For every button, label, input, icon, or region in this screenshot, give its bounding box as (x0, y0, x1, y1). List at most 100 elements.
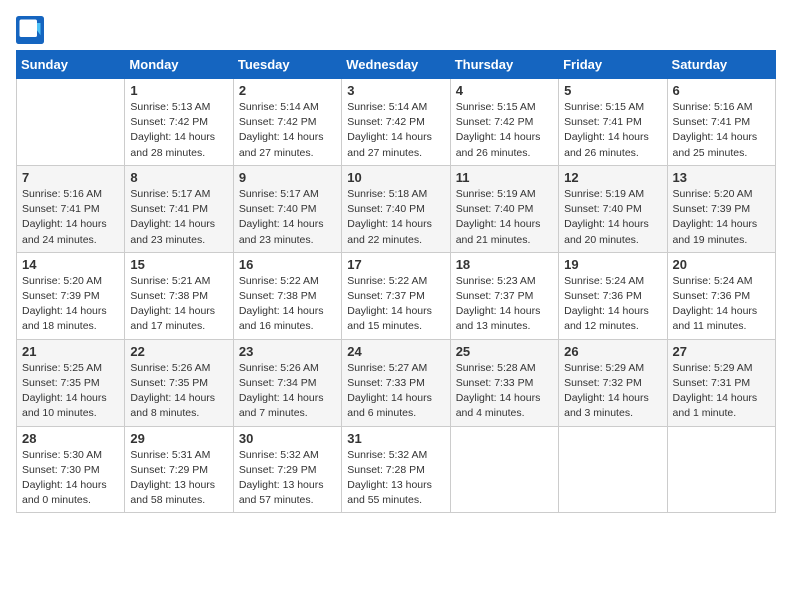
day-info: Sunrise: 5:32 AMSunset: 7:29 PMDaylight:… (239, 448, 336, 509)
calendar-cell: 13 Sunrise: 5:20 AMSunset: 7:39 PMDaylig… (667, 165, 775, 252)
calendar-cell: 15 Sunrise: 5:21 AMSunset: 7:38 PMDaylig… (125, 252, 233, 339)
day-info: Sunrise: 5:13 AMSunset: 7:42 PMDaylight:… (130, 100, 227, 161)
calendar-cell: 12 Sunrise: 5:19 AMSunset: 7:40 PMDaylig… (559, 165, 667, 252)
weekday-header: Tuesday (233, 51, 341, 79)
day-number: 16 (239, 257, 336, 272)
day-info: Sunrise: 5:28 AMSunset: 7:33 PMDaylight:… (456, 361, 553, 422)
day-number: 20 (673, 257, 770, 272)
calendar-header-row: SundayMondayTuesdayWednesdayThursdayFrid… (17, 51, 776, 79)
calendar-cell: 26 Sunrise: 5:29 AMSunset: 7:32 PMDaylig… (559, 339, 667, 426)
calendar-cell (17, 79, 125, 166)
calendar-cell: 10 Sunrise: 5:18 AMSunset: 7:40 PMDaylig… (342, 165, 450, 252)
day-number: 9 (239, 170, 336, 185)
calendar-cell: 8 Sunrise: 5:17 AMSunset: 7:41 PMDayligh… (125, 165, 233, 252)
day-info: Sunrise: 5:26 AMSunset: 7:34 PMDaylight:… (239, 361, 336, 422)
day-info: Sunrise: 5:23 AMSunset: 7:37 PMDaylight:… (456, 274, 553, 335)
day-number: 21 (22, 344, 119, 359)
day-number: 2 (239, 83, 336, 98)
day-info: Sunrise: 5:14 AMSunset: 7:42 PMDaylight:… (239, 100, 336, 161)
day-number: 7 (22, 170, 119, 185)
day-info: Sunrise: 5:26 AMSunset: 7:35 PMDaylight:… (130, 361, 227, 422)
calendar-cell: 7 Sunrise: 5:16 AMSunset: 7:41 PMDayligh… (17, 165, 125, 252)
day-info: Sunrise: 5:31 AMSunset: 7:29 PMDaylight:… (130, 448, 227, 509)
calendar-cell (450, 426, 558, 513)
day-info: Sunrise: 5:24 AMSunset: 7:36 PMDaylight:… (673, 274, 770, 335)
calendar: SundayMondayTuesdayWednesdayThursdayFrid… (16, 50, 776, 513)
calendar-cell: 24 Sunrise: 5:27 AMSunset: 7:33 PMDaylig… (342, 339, 450, 426)
calendar-cell: 5 Sunrise: 5:15 AMSunset: 7:41 PMDayligh… (559, 79, 667, 166)
calendar-cell: 2 Sunrise: 5:14 AMSunset: 7:42 PMDayligh… (233, 79, 341, 166)
day-number: 29 (130, 431, 227, 446)
day-info: Sunrise: 5:22 AMSunset: 7:38 PMDaylight:… (239, 274, 336, 335)
calendar-cell (559, 426, 667, 513)
day-info: Sunrise: 5:21 AMSunset: 7:38 PMDaylight:… (130, 274, 227, 335)
day-info: Sunrise: 5:20 AMSunset: 7:39 PMDaylight:… (673, 187, 770, 248)
weekday-header: Saturday (667, 51, 775, 79)
day-info: Sunrise: 5:17 AMSunset: 7:40 PMDaylight:… (239, 187, 336, 248)
day-info: Sunrise: 5:32 AMSunset: 7:28 PMDaylight:… (347, 448, 444, 509)
calendar-cell: 19 Sunrise: 5:24 AMSunset: 7:36 PMDaylig… (559, 252, 667, 339)
calendar-cell: 22 Sunrise: 5:26 AMSunset: 7:35 PMDaylig… (125, 339, 233, 426)
calendar-cell: 23 Sunrise: 5:26 AMSunset: 7:34 PMDaylig… (233, 339, 341, 426)
day-number: 6 (673, 83, 770, 98)
calendar-cell: 14 Sunrise: 5:20 AMSunset: 7:39 PMDaylig… (17, 252, 125, 339)
day-info: Sunrise: 5:19 AMSunset: 7:40 PMDaylight:… (456, 187, 553, 248)
calendar-cell: 29 Sunrise: 5:31 AMSunset: 7:29 PMDaylig… (125, 426, 233, 513)
day-info: Sunrise: 5:14 AMSunset: 7:42 PMDaylight:… (347, 100, 444, 161)
day-info: Sunrise: 5:25 AMSunset: 7:35 PMDaylight:… (22, 361, 119, 422)
day-number: 10 (347, 170, 444, 185)
day-number: 18 (456, 257, 553, 272)
calendar-cell: 21 Sunrise: 5:25 AMSunset: 7:35 PMDaylig… (17, 339, 125, 426)
day-number: 23 (239, 344, 336, 359)
calendar-week-row: 14 Sunrise: 5:20 AMSunset: 7:39 PMDaylig… (17, 252, 776, 339)
day-number: 1 (130, 83, 227, 98)
day-number: 30 (239, 431, 336, 446)
day-info: Sunrise: 5:27 AMSunset: 7:33 PMDaylight:… (347, 361, 444, 422)
day-info: Sunrise: 5:24 AMSunset: 7:36 PMDaylight:… (564, 274, 661, 335)
weekday-header: Monday (125, 51, 233, 79)
day-info: Sunrise: 5:16 AMSunset: 7:41 PMDaylight:… (673, 100, 770, 161)
day-number: 27 (673, 344, 770, 359)
calendar-cell: 20 Sunrise: 5:24 AMSunset: 7:36 PMDaylig… (667, 252, 775, 339)
day-number: 3 (347, 83, 444, 98)
weekday-header: Wednesday (342, 51, 450, 79)
day-number: 22 (130, 344, 227, 359)
logo (16, 16, 48, 44)
calendar-cell: 25 Sunrise: 5:28 AMSunset: 7:33 PMDaylig… (450, 339, 558, 426)
day-info: Sunrise: 5:15 AMSunset: 7:41 PMDaylight:… (564, 100, 661, 161)
header (16, 16, 776, 44)
calendar-week-row: 21 Sunrise: 5:25 AMSunset: 7:35 PMDaylig… (17, 339, 776, 426)
calendar-cell: 1 Sunrise: 5:13 AMSunset: 7:42 PMDayligh… (125, 79, 233, 166)
calendar-cell: 3 Sunrise: 5:14 AMSunset: 7:42 PMDayligh… (342, 79, 450, 166)
calendar-cell (667, 426, 775, 513)
calendar-cell: 27 Sunrise: 5:29 AMSunset: 7:31 PMDaylig… (667, 339, 775, 426)
logo-icon (16, 16, 44, 44)
day-info: Sunrise: 5:16 AMSunset: 7:41 PMDaylight:… (22, 187, 119, 248)
day-number: 19 (564, 257, 661, 272)
calendar-cell: 9 Sunrise: 5:17 AMSunset: 7:40 PMDayligh… (233, 165, 341, 252)
day-number: 17 (347, 257, 444, 272)
calendar-cell: 31 Sunrise: 5:32 AMSunset: 7:28 PMDaylig… (342, 426, 450, 513)
day-number: 24 (347, 344, 444, 359)
calendar-cell: 4 Sunrise: 5:15 AMSunset: 7:42 PMDayligh… (450, 79, 558, 166)
weekday-header: Friday (559, 51, 667, 79)
calendar-cell: 30 Sunrise: 5:32 AMSunset: 7:29 PMDaylig… (233, 426, 341, 513)
day-info: Sunrise: 5:29 AMSunset: 7:31 PMDaylight:… (673, 361, 770, 422)
calendar-week-row: 7 Sunrise: 5:16 AMSunset: 7:41 PMDayligh… (17, 165, 776, 252)
calendar-cell: 28 Sunrise: 5:30 AMSunset: 7:30 PMDaylig… (17, 426, 125, 513)
calendar-week-row: 1 Sunrise: 5:13 AMSunset: 7:42 PMDayligh… (17, 79, 776, 166)
weekday-header: Thursday (450, 51, 558, 79)
day-info: Sunrise: 5:17 AMSunset: 7:41 PMDaylight:… (130, 187, 227, 248)
day-info: Sunrise: 5:15 AMSunset: 7:42 PMDaylight:… (456, 100, 553, 161)
day-info: Sunrise: 5:22 AMSunset: 7:37 PMDaylight:… (347, 274, 444, 335)
day-number: 28 (22, 431, 119, 446)
calendar-cell: 6 Sunrise: 5:16 AMSunset: 7:41 PMDayligh… (667, 79, 775, 166)
calendar-cell: 17 Sunrise: 5:22 AMSunset: 7:37 PMDaylig… (342, 252, 450, 339)
weekday-header: Sunday (17, 51, 125, 79)
day-number: 26 (564, 344, 661, 359)
day-number: 25 (456, 344, 553, 359)
day-info: Sunrise: 5:30 AMSunset: 7:30 PMDaylight:… (22, 448, 119, 509)
day-info: Sunrise: 5:29 AMSunset: 7:32 PMDaylight:… (564, 361, 661, 422)
day-number: 14 (22, 257, 119, 272)
day-number: 31 (347, 431, 444, 446)
